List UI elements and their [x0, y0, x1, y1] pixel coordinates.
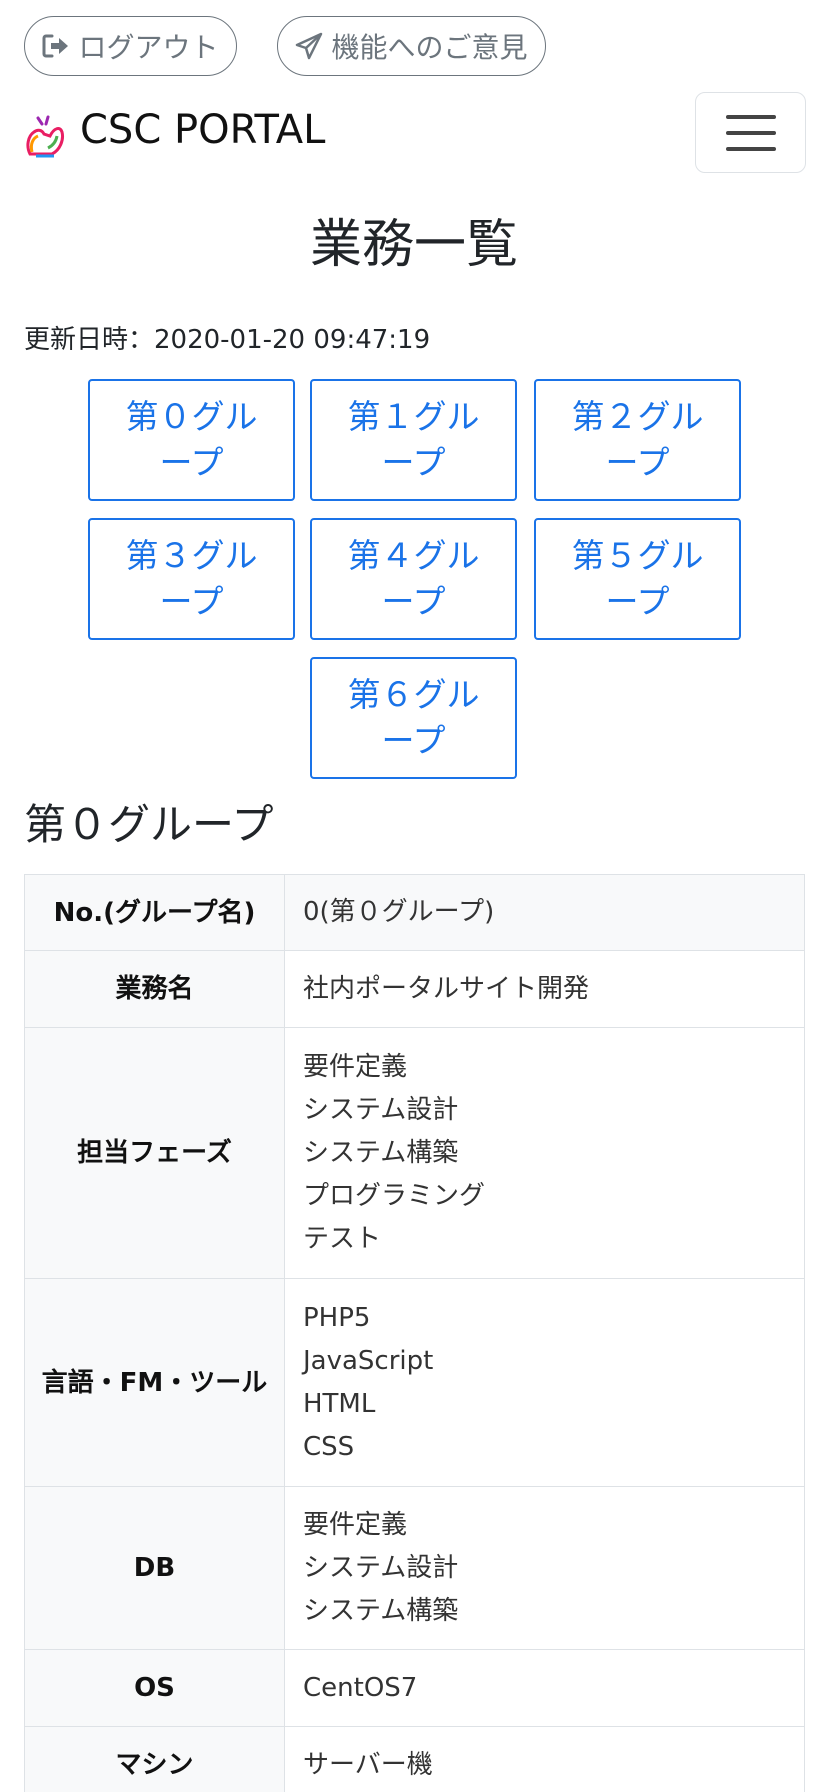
row-label: 業務名	[24, 950, 285, 1028]
feedback-button[interactable]: 機能へのご意見	[277, 16, 546, 76]
table-row: マシン サーバー機	[24, 1726, 805, 1792]
row-value: CentOS7	[284, 1649, 805, 1727]
value-line: HTML	[303, 1388, 376, 1419]
value-line: テスト	[303, 1223, 382, 1254]
row-value: 社内ポータルサイト開発	[284, 950, 805, 1028]
value-line: システム設計	[303, 1094, 459, 1125]
page: ログアウト 機能へのご意見 CSC PORTAL 業務一覧 更新日時：2020-…	[0, 0, 828, 1792]
row-label: 言語・FM・ツール	[24, 1278, 285, 1487]
menu-toggle-button[interactable]	[695, 92, 806, 173]
logout-label: ログアウト	[78, 31, 219, 64]
row-value: PHP5 JavaScript HTML CSS	[284, 1278, 805, 1487]
feedback-label: 機能へのご意見	[331, 31, 528, 64]
value-line: システム設計	[303, 1552, 459, 1583]
row-label: 担当フェーズ	[24, 1027, 285, 1279]
table-row: DB 要件定義 システム設計 システム構築	[24, 1486, 805, 1650]
sign-out-icon	[42, 33, 70, 59]
row-value: サーバー機	[284, 1726, 805, 1792]
row-value: 要件定義 システム設計 システム構築 プログラミング テスト	[284, 1027, 805, 1279]
value-line: 要件定義	[303, 1051, 408, 1082]
group-button-6[interactable]: 第６グループ	[310, 657, 517, 779]
value-line: システム構築	[303, 1137, 459, 1168]
value-line: プログラミング	[303, 1180, 486, 1211]
row-value: 要件定義 システム設計 システム構築	[284, 1486, 805, 1650]
table-row: 業務名 社内ポータルサイト開発	[24, 950, 805, 1028]
group-detail-table: No.(グループ名) 0(第０グループ) 業務名 社内ポータルサイト開発 担当フ…	[24, 874, 805, 1792]
paper-plane-icon	[295, 32, 323, 60]
updated-timestamp: 更新日時：2020-01-20 09:47:19	[24, 325, 431, 355]
value-line: 0(第０グループ)	[303, 897, 495, 927]
row-label: マシン	[24, 1726, 285, 1792]
table-row: OS CentOS7	[24, 1649, 805, 1727]
group-button-2[interactable]: 第２グループ	[534, 379, 741, 501]
group-button-0[interactable]: 第０グループ	[88, 379, 295, 501]
value-line: PHP5	[303, 1302, 371, 1333]
value-line: CSS	[303, 1431, 355, 1462]
group-button-5[interactable]: 第５グループ	[534, 518, 741, 640]
value-line: サーバー機	[303, 1749, 433, 1780]
table-row: No.(グループ名) 0(第０グループ)	[24, 874, 805, 951]
value-line: JavaScript	[303, 1345, 434, 1376]
page-title: 業務一覧	[309, 215, 518, 275]
row-label: OS	[24, 1649, 285, 1727]
hamburger-menu-icon	[725, 114, 776, 119]
group-button-3[interactable]: 第３グループ	[88, 518, 295, 640]
table-row: 担当フェーズ 要件定義 システム設計 システム構築 プログラミング テスト	[24, 1027, 805, 1279]
row-label: DB	[24, 1486, 285, 1650]
row-label: No.(グループ名)	[24, 874, 285, 951]
section-title: 第０グループ	[24, 800, 274, 849]
value-line: CentOS7	[303, 1672, 418, 1703]
logout-button[interactable]: ログアウト	[24, 16, 237, 76]
brand-name[interactable]: CSC PORTAL	[80, 104, 325, 156]
brand-logo[interactable]	[24, 114, 66, 158]
value-line: 要件定義	[303, 1509, 408, 1540]
table-row: 言語・FM・ツール PHP5 JavaScript HTML CSS	[24, 1278, 805, 1487]
value-line: 社内ポータルサイト開発	[303, 973, 590, 1004]
row-value: 0(第０グループ)	[284, 874, 805, 951]
group-button-1[interactable]: 第１グループ	[310, 379, 517, 501]
value-line: システム構築	[303, 1595, 459, 1626]
group-button-4[interactable]: 第４グループ	[310, 518, 517, 640]
